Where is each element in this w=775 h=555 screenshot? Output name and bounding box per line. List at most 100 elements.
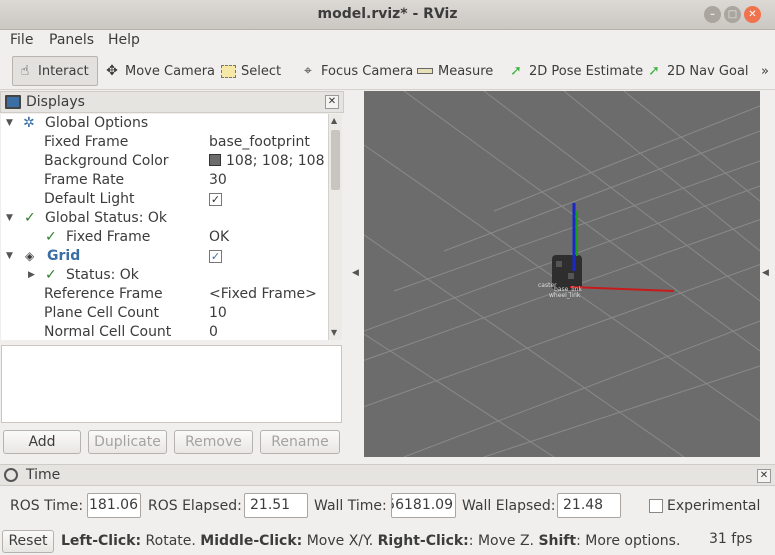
remove-button[interactable]: Remove bbox=[174, 430, 253, 454]
tree-row-background-color[interactable]: Background Color 108; 108; 108 bbox=[1, 152, 328, 171]
time-title: Time bbox=[26, 467, 61, 483]
grid-icon: ◈ bbox=[25, 249, 35, 263]
minimize-button[interactable]: – bbox=[704, 6, 721, 23]
tree-row-plane-cell-count[interactable]: Plane Cell Count 10 bbox=[1, 304, 328, 323]
scroll-up-icon[interactable]: ▲ bbox=[331, 116, 337, 125]
ros-time-label: ROS Time: bbox=[10, 498, 84, 514]
ruler-icon bbox=[417, 68, 433, 74]
tree-row-reference-frame[interactable]: Reference Frame <Fixed Frame> bbox=[1, 285, 328, 304]
tree-label: Fixed Frame bbox=[44, 134, 129, 150]
displays-scrollbar[interactable]: ▲ ▼ bbox=[328, 114, 342, 340]
collapse-arrow-icon[interactable]: ▶ bbox=[28, 266, 35, 285]
collapse-right-arrow-icon[interactable]: ◀ bbox=[762, 268, 769, 278]
check-icon: ✓ bbox=[24, 210, 36, 226]
grid-enabled-checkbox[interactable]: ✓ bbox=[209, 250, 222, 263]
rename-button[interactable]: Rename bbox=[260, 430, 340, 454]
interact-tool-button[interactable]: ☝ Interact bbox=[12, 56, 98, 86]
experimental-checkbox[interactable] bbox=[649, 499, 663, 513]
help-desc: Move X/Y. bbox=[302, 533, 378, 549]
displays-panel: Displays ✕ ▼ ✲ Global Options Fixed Fram… bbox=[0, 91, 344, 341]
help-key: Right-Click: bbox=[377, 533, 469, 549]
focus-camera-tool-button[interactable]: ⌖ Focus Camera bbox=[296, 56, 417, 86]
tree-label: Status: Ok bbox=[66, 267, 139, 283]
menu-panels[interactable]: Panels bbox=[49, 32, 94, 48]
tree-label: Reference Frame bbox=[44, 286, 163, 302]
expand-arrow-icon[interactable]: ▼ bbox=[6, 209, 13, 228]
tree-row-status-fixed-frame[interactable]: ✓ Fixed Frame OK bbox=[1, 228, 328, 247]
tree-label: Global Status: Ok bbox=[45, 210, 168, 226]
tree-row-fixed-frame[interactable]: Fixed Frame base_footprint bbox=[1, 133, 328, 152]
reset-button[interactable]: Reset bbox=[2, 530, 54, 553]
toolbar-overflow-button[interactable]: » bbox=[757, 56, 773, 86]
tree-row-global-status[interactable]: ▼ ✓ Global Status: Ok bbox=[1, 209, 328, 228]
measure-tool-button[interactable]: Measure bbox=[413, 56, 497, 86]
wall-time-field[interactable]: 1656181.09 bbox=[391, 493, 456, 518]
help-desc: Rotate. bbox=[141, 533, 201, 549]
status-bar: Reset Left-Click: Rotate. Middle-Click: … bbox=[0, 527, 775, 555]
expand-arrow-icon[interactable]: ▼ bbox=[6, 114, 13, 133]
time-panel: ROS Time: 1656181.06 ROS Elapsed: 21.51 … bbox=[0, 490, 775, 522]
move-camera-label: Move Camera bbox=[125, 63, 216, 79]
tree-value[interactable]: 30 bbox=[209, 171, 227, 190]
close-button[interactable]: ✕ bbox=[744, 6, 761, 23]
collapse-left-arrow-icon[interactable]: ◀ bbox=[352, 268, 359, 278]
tree-label: Plane Cell Count bbox=[44, 305, 160, 321]
select-box-icon bbox=[221, 64, 236, 78]
tree-value[interactable]: base_footprint bbox=[209, 133, 310, 152]
tree-label: Global Options bbox=[45, 115, 149, 131]
scroll-down-icon[interactable]: ▼ bbox=[331, 328, 337, 337]
ros-elapsed-field[interactable]: 21.51 bbox=[244, 493, 308, 518]
monitor-icon bbox=[5, 95, 21, 109]
select-label: Select bbox=[241, 63, 282, 79]
tree-value[interactable]: 10 bbox=[209, 304, 227, 323]
help-text: Left-Click: Rotate. Middle-Click: Move X… bbox=[61, 533, 680, 549]
robot-model: base_link caster wheel_link bbox=[538, 203, 675, 299]
move-camera-tool-button[interactable]: ✥ Move Camera bbox=[100, 56, 219, 86]
tree-value[interactable]: 108; 108; 108 bbox=[209, 152, 325, 171]
measure-label: Measure bbox=[438, 63, 494, 79]
pose-estimate-tool-button[interactable]: ➚ 2D Pose Estimate bbox=[504, 56, 647, 86]
tree-row-grid[interactable]: ▼ ◈ Grid ✓ bbox=[1, 247, 328, 266]
ros-time-field[interactable]: 1656181.06 bbox=[87, 493, 141, 518]
tree-row-grid-status[interactable]: ▶ ✓ Status: Ok bbox=[1, 266, 328, 285]
add-button[interactable]: Add bbox=[3, 430, 81, 454]
tree-value[interactable]: 0 bbox=[209, 323, 218, 340]
tree-label: Normal Cell Count bbox=[44, 324, 172, 340]
property-description-box bbox=[1, 345, 342, 423]
green-arrow-icon: ➚ bbox=[510, 63, 522, 79]
interact-label: Interact bbox=[38, 63, 89, 79]
experimental-label: Experimental bbox=[667, 498, 761, 514]
tree-row-normal-cell-count[interactable]: Normal Cell Count 0 bbox=[1, 323, 328, 340]
help-desc: : Move Z. bbox=[468, 533, 539, 549]
time-panel-header: Time ✕ bbox=[0, 464, 775, 486]
check-icon: ✓ bbox=[45, 229, 57, 245]
select-tool-button[interactable]: Select bbox=[217, 56, 285, 86]
displays-tree: ▼ ✲ Global Options Fixed Frame base_foot… bbox=[1, 114, 328, 340]
help-key: Middle-Click: bbox=[200, 533, 303, 549]
tree-value[interactable]: <Fixed Frame> bbox=[209, 285, 317, 304]
tree-row-default-light[interactable]: Default Light ✓ bbox=[1, 190, 328, 209]
color-swatch[interactable] bbox=[209, 154, 221, 166]
render-viewport[interactable]: base_link caster wheel_link bbox=[364, 91, 760, 457]
close-panel-button[interactable]: ✕ bbox=[325, 95, 339, 109]
tree-row-frame-rate[interactable]: Frame Rate 30 bbox=[1, 171, 328, 190]
wall-elapsed-field[interactable]: 21.48 bbox=[557, 493, 621, 518]
nav-goal-tool-button[interactable]: ➚ 2D Nav Goal bbox=[642, 56, 753, 86]
menu-help[interactable]: Help bbox=[108, 32, 140, 48]
expand-arrow-icon[interactable]: ▼ bbox=[6, 247, 13, 266]
toolbar: ☝ Interact ✥ Move Camera Select ⌖ Focus … bbox=[0, 53, 775, 90]
grid-scene: base_link caster wheel_link bbox=[364, 91, 760, 457]
scrollbar-thumb[interactable] bbox=[331, 130, 340, 190]
maximize-button[interactable]: □ bbox=[724, 6, 741, 23]
duplicate-button[interactable]: Duplicate bbox=[88, 430, 167, 454]
wall-elapsed-label: Wall Elapsed: bbox=[462, 498, 556, 514]
default-light-checkbox[interactable]: ✓ bbox=[209, 193, 222, 206]
pose-estimate-label: 2D Pose Estimate bbox=[529, 63, 644, 79]
tree-label: Background Color bbox=[44, 153, 169, 169]
tree-label: Default Light bbox=[44, 191, 135, 207]
nav-goal-label: 2D Nav Goal bbox=[667, 63, 749, 79]
menu-file[interactable]: File bbox=[10, 32, 33, 48]
close-time-panel-button[interactable]: ✕ bbox=[757, 469, 771, 483]
tree-row-global-options[interactable]: ▼ ✲ Global Options bbox=[1, 114, 328, 133]
svg-text:caster: caster bbox=[538, 282, 557, 289]
